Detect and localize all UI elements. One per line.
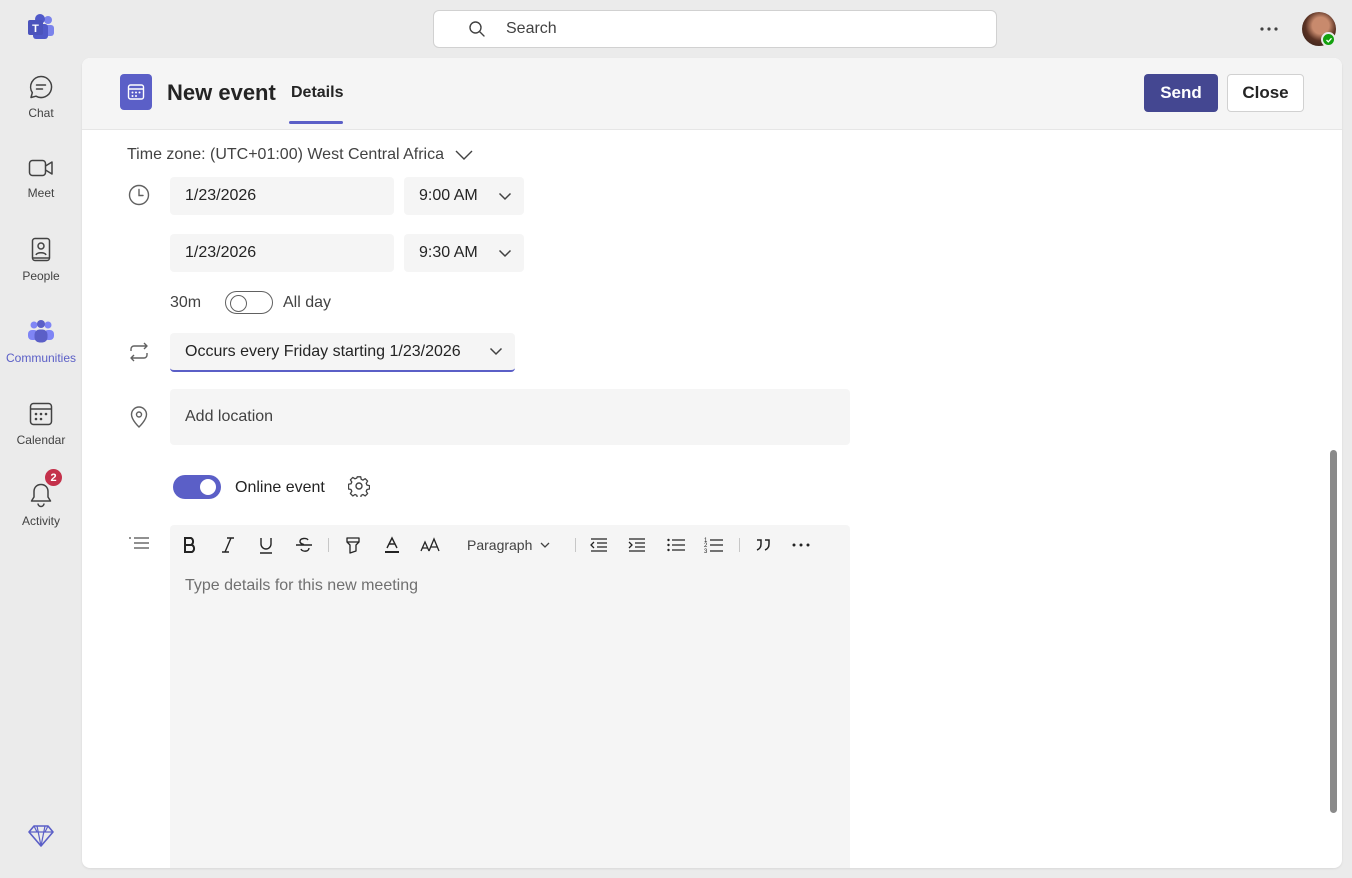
tab-details[interactable]: Details bbox=[291, 84, 343, 102]
chat-icon bbox=[29, 75, 53, 99]
chevron-down-icon bbox=[498, 249, 512, 257]
status-available-icon bbox=[1321, 32, 1336, 47]
svg-text:T: T bbox=[32, 23, 39, 35]
tab-active-indicator bbox=[289, 121, 343, 124]
teams-logo-icon[interactable]: T bbox=[26, 14, 56, 42]
more-formatting-icon[interactable] bbox=[788, 533, 814, 557]
decrease-indent-icon[interactable] bbox=[586, 533, 612, 557]
online-event-toggle[interactable] bbox=[173, 475, 221, 499]
timezone-selector[interactable]: Time zone: (UTC+01:00) West Central Afri… bbox=[127, 146, 474, 164]
chevron-down-icon bbox=[455, 150, 473, 160]
scrollbar-thumb[interactable] bbox=[1330, 450, 1337, 813]
communities-icon bbox=[28, 320, 54, 343]
search-placeholder: Search bbox=[506, 20, 557, 37]
premium-diamond-icon[interactable] bbox=[28, 824, 54, 853]
details-placeholder: Type details for this new meeting bbox=[185, 577, 419, 594]
recurrence-dropdown[interactable]: Occurs every Friday starting 1/23/2026 bbox=[170, 333, 515, 372]
repeat-icon bbox=[130, 342, 148, 362]
toolbar-divider bbox=[575, 538, 576, 552]
all-day-label: All day bbox=[283, 294, 332, 311]
font-size-icon[interactable] bbox=[417, 533, 443, 557]
svg-text:3: 3 bbox=[704, 549, 708, 554]
rail-label: Communities bbox=[5, 351, 77, 365]
duration-label: 30m bbox=[170, 294, 202, 311]
chevron-down-icon bbox=[540, 542, 550, 548]
rail-item-communities[interactable]: Communities bbox=[0, 319, 82, 365]
numbered-list-icon[interactable]: 123 bbox=[701, 533, 727, 557]
end-time-dropdown[interactable]: 9:30 AM bbox=[404, 234, 524, 272]
details-list-icon bbox=[129, 537, 149, 549]
bulleted-list-icon[interactable] bbox=[663, 533, 689, 557]
end-time-value: 9:30 AM bbox=[419, 244, 478, 261]
increase-indent-icon[interactable] bbox=[624, 533, 650, 557]
rail-item-calendar[interactable]: Calendar bbox=[0, 401, 82, 447]
panel-header: New event Details Send Close bbox=[82, 58, 1342, 130]
page-title: New event bbox=[167, 80, 276, 105]
rail-item-chat[interactable]: Chat bbox=[0, 74, 82, 120]
timezone-label: Time zone: (UTC+01:00) West Central Afri… bbox=[127, 146, 444, 163]
highlight-icon[interactable] bbox=[340, 533, 366, 557]
send-button[interactable]: Send bbox=[1144, 74, 1218, 112]
more-options-icon[interactable] bbox=[1256, 16, 1282, 42]
rail-item-meet[interactable]: Meet bbox=[0, 156, 82, 200]
details-editor[interactable]: Paragraph 123 Type details for this new … bbox=[170, 525, 850, 868]
calendar-tile-icon bbox=[120, 74, 152, 110]
online-event-label: Online event bbox=[235, 479, 325, 496]
search-icon bbox=[469, 21, 485, 37]
rail-item-people[interactable]: People bbox=[0, 237, 82, 283]
paragraph-style-label: Paragraph bbox=[467, 537, 533, 553]
rail-label: Calendar bbox=[16, 433, 66, 447]
strikethrough-icon[interactable] bbox=[291, 533, 317, 557]
event-panel: New event Details Send Close Time zone: … bbox=[82, 58, 1342, 868]
gear-icon[interactable] bbox=[348, 475, 370, 497]
start-time-dropdown[interactable]: 9:00 AM bbox=[404, 177, 524, 215]
clock-icon bbox=[128, 184, 150, 206]
rail-label: Chat bbox=[28, 106, 54, 120]
end-date-field[interactable]: 1/23/2026 bbox=[170, 234, 394, 272]
start-time-value: 9:00 AM bbox=[419, 187, 478, 204]
chevron-down-icon bbox=[489, 347, 503, 356]
bold-icon[interactable] bbox=[177, 533, 203, 557]
location-pin-icon bbox=[130, 406, 148, 428]
all-day-toggle[interactable] bbox=[225, 291, 273, 314]
rail-label: Activity bbox=[21, 514, 60, 528]
people-icon bbox=[31, 237, 51, 262]
rail-label: People bbox=[22, 269, 60, 283]
video-icon bbox=[28, 159, 53, 177]
start-date-value: 1/23/2026 bbox=[185, 187, 257, 204]
activity-badge: 2 bbox=[44, 468, 63, 487]
calendar-icon bbox=[29, 402, 53, 426]
end-date-value: 1/23/2026 bbox=[185, 244, 257, 261]
toolbar-divider bbox=[739, 538, 740, 552]
search-box[interactable]: Search bbox=[433, 10, 997, 48]
formatting-toolbar: Paragraph 123 bbox=[170, 525, 850, 565]
rail-label: Meet bbox=[27, 186, 55, 200]
underline-icon[interactable] bbox=[253, 533, 279, 557]
close-button[interactable]: Close bbox=[1227, 74, 1304, 112]
rail-item-activity[interactable]: 2 Activity bbox=[0, 468, 82, 528]
location-input[interactable]: Add location bbox=[170, 389, 850, 445]
paragraph-style-dropdown[interactable]: Paragraph bbox=[467, 533, 550, 557]
start-date-field[interactable]: 1/23/2026 bbox=[170, 177, 394, 215]
toolbar-divider bbox=[328, 538, 329, 552]
recurrence-value: Occurs every Friday starting 1/23/2026 bbox=[185, 342, 461, 360]
quote-icon[interactable] bbox=[750, 533, 776, 557]
italic-icon[interactable] bbox=[215, 533, 241, 557]
font-color-icon[interactable] bbox=[379, 533, 405, 557]
location-placeholder: Add location bbox=[185, 408, 274, 425]
chevron-down-icon bbox=[498, 192, 512, 200]
